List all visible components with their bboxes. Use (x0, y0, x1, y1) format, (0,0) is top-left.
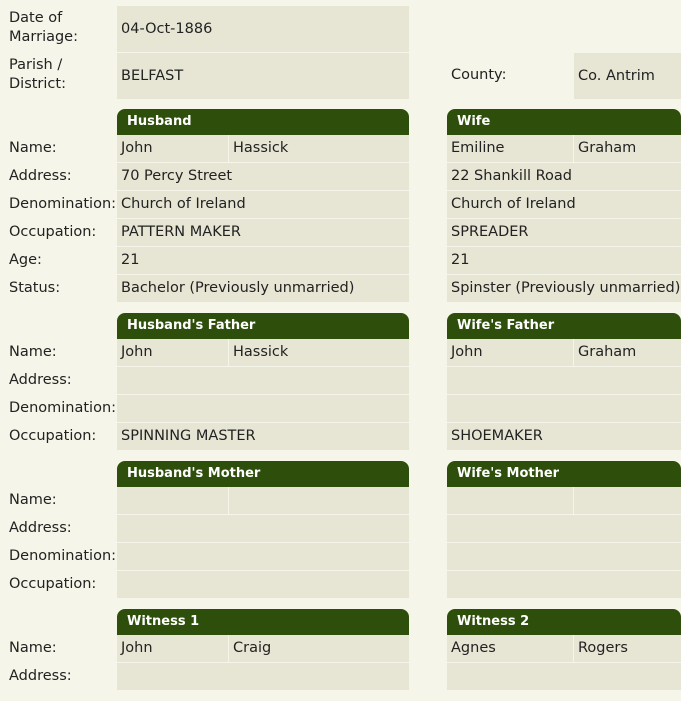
date-of-marriage-value: 04-Oct-1886 (117, 6, 409, 52)
wife-father-header: Wife's Father (447, 313, 681, 339)
husband-address-label: Address: (9, 168, 72, 184)
parish-district-value: BELFAST (117, 53, 409, 99)
witness2-last-name: Rogers (574, 635, 681, 662)
husband-father-address (117, 367, 409, 394)
wife-mother-first-name (447, 487, 573, 514)
husband-mother-address (117, 515, 409, 542)
husband-mother-header: Husband's Mother (117, 461, 409, 487)
witness2-header: Witness 2 (447, 609, 681, 635)
husband-father-denomination (117, 395, 409, 422)
husband-address: 70 Percy Street (117, 163, 409, 190)
age-label: Age: (9, 252, 42, 268)
husband-father-occupation: SPINNING MASTER (117, 423, 409, 450)
husband-age: 21 (117, 247, 409, 274)
witness1-first-name: John (117, 635, 228, 662)
wife-father-occupation: SHOEMAKER (447, 423, 681, 450)
wife-father-last-name: Graham (574, 339, 681, 366)
husband-father-header: Husband's Father (117, 313, 409, 339)
husband-status: Bachelor (Previously unmarried) (117, 275, 409, 302)
witness1-address (117, 663, 409, 690)
date-of-marriage-label: Date of Marriage: (9, 10, 78, 45)
wife-father-first-name: John (447, 339, 573, 366)
father-occupation-label: Occupation: (9, 428, 97, 444)
wife-mother-address (447, 515, 681, 542)
witness-address-label: Address: (9, 668, 72, 684)
wife-occupation: SPREADER (447, 219, 681, 246)
wife-first-name: Emiline (447, 135, 573, 162)
wife-mother-header: Wife's Mother (447, 461, 681, 487)
wife-last-name: Graham (574, 135, 681, 162)
county-label: County: (451, 67, 507, 83)
witness2-first-name: Agnes (447, 635, 573, 662)
witness1-last-name: Craig (229, 635, 409, 662)
wife-mother-occupation (447, 571, 681, 598)
wife-age: 21 (447, 247, 681, 274)
husband-father-first-name: John (117, 339, 228, 366)
husband-occupation: PATTERN MAKER (117, 219, 409, 246)
husband-mother-last-name (229, 487, 409, 514)
mother-address-label: Address: (9, 520, 72, 536)
father-name-label: Name: (9, 344, 57, 360)
husband-denomination-label: Denomination: (9, 196, 117, 212)
mother-occupation-label: Occupation: (9, 576, 97, 592)
county-value: Co. Antrim (574, 53, 681, 99)
husband-last-name: Hassick (229, 135, 409, 162)
wife-denomination: Church of Ireland (447, 191, 681, 218)
wife-father-denomination (447, 395, 681, 422)
husband-first-name: John (117, 135, 228, 162)
husband-mother-first-name (117, 487, 228, 514)
husband-denomination: Church of Ireland (117, 191, 409, 218)
wife-mother-denomination (447, 543, 681, 570)
father-denomination-label: Denomination: (9, 400, 117, 416)
witness2-address (447, 663, 681, 690)
witness1-header: Witness 1 (117, 609, 409, 635)
wife-section-header: Wife (447, 109, 681, 135)
wife-status: Spinster (Previously unmarried) (447, 275, 681, 302)
father-address-label: Address: (9, 372, 72, 388)
husband-father-last-name: Hassick (229, 339, 409, 366)
husband-name-label: Name: (9, 140, 57, 156)
husband-mother-denomination (117, 543, 409, 570)
wife-address: 22 Shankill Road (447, 163, 681, 190)
wife-father-address (447, 367, 681, 394)
mother-name-label: Name: (9, 492, 57, 508)
husband-occupation-label: Occupation: (9, 224, 97, 240)
mother-denomination-label: Denomination: (9, 548, 117, 564)
status-label: Status: (9, 280, 61, 296)
wife-mother-last-name (574, 487, 681, 514)
husband-section-header: Husband (117, 109, 409, 135)
witness-name-label: Name: (9, 640, 57, 656)
parish-district-label: Parish / District: (9, 57, 66, 92)
husband-mother-occupation (117, 571, 409, 598)
